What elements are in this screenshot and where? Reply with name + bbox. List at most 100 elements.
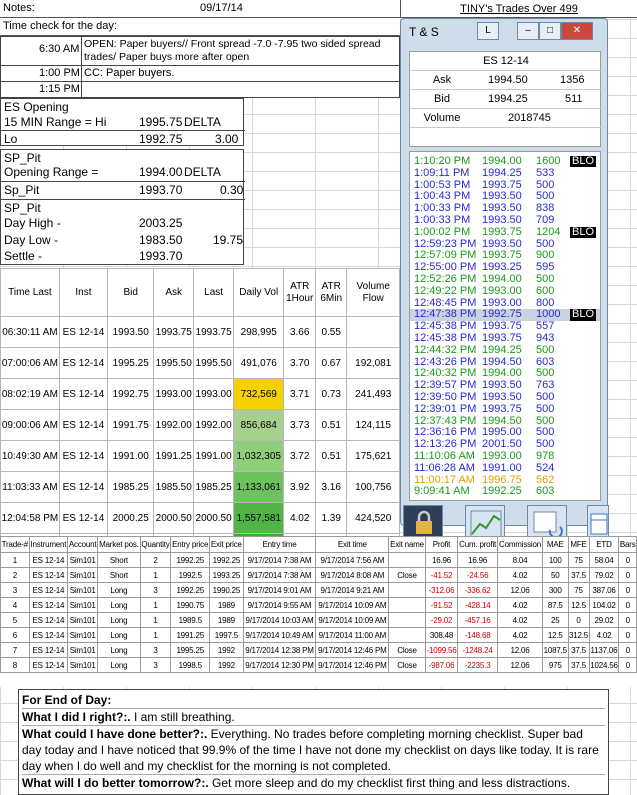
market-cell-time: 10:49:30 AM: [0, 440, 60, 472]
trade-col-header[interactable]: Market pos.: [97, 536, 141, 553]
end-of-day-notes[interactable]: For End of Day: What I did I right?:. I …: [18, 689, 609, 795]
market-row[interactable]: 08:02:19 AM ES 12-14 1992.75 1993.00 1993.00…: [0, 378, 400, 410]
ts-prints-list[interactable]: 1:10:20 PM 1994.00 1600 BLO 1:09:11 PM 1994.2…: [409, 151, 601, 501]
time-and-sales-window[interactable]: T & S L – □ ✕ ES 12-14 Ask 1994.50 1356 …: [400, 18, 609, 541]
ts-print-row: 1:00:02 PM 1993.75 1204 BLO: [410, 226, 600, 239]
ts-print-s: 1600: [536, 155, 561, 167]
trade-col-header[interactable]: Account: [67, 536, 99, 553]
ts-print-row: 12:44:32 PM 1994.25 500: [410, 343, 600, 356]
ts-print-p: 1993.75: [482, 332, 522, 344]
trade-cell: -2235.3: [457, 657, 498, 673]
trade-row[interactable]: 5 ES 12-14 Sim101 Long 1 1989.5 1989 9/17/2014 …: [0, 612, 637, 628]
trade-row[interactable]: 2 ES 12-14 Sim101 Short 1 1992.5 1993.25 9/17/2…: [0, 567, 637, 583]
trade-cell: 9/17/2014 7:38 AM: [242, 567, 317, 583]
trade-col-header[interactable]: Bars: [618, 536, 637, 553]
market-cell-atr1: 3.70: [283, 347, 316, 379]
trade-col-header[interactable]: Instrument: [28, 536, 69, 553]
trade-cell: 0: [618, 552, 637, 568]
maximize-button[interactable]: □: [539, 22, 561, 40]
notes-header-row: Notes: 09/17/14 TINY's Trades Over 499: [0, 0, 637, 18]
market-cell-last: 2000.50: [193, 502, 235, 534]
market-cell-time: 08:02:19 AM: [0, 378, 60, 410]
ts-print-t: 9:09:41 AM: [414, 485, 470, 498]
trade-cell: 3: [139, 582, 172, 598]
trade-col-header[interactable]: Trade-#: [0, 536, 30, 553]
col-header: Bid: [107, 268, 155, 317]
trade-col-header[interactable]: Exit name: [388, 536, 426, 553]
market-cell-time: 11:03:33 AM: [0, 471, 60, 503]
ts-print-p: 1993.75: [482, 320, 522, 333]
trade-row[interactable]: 4 ES 12-14 Sim101 Long 1 1990.75 1989 9/17/2014…: [0, 597, 637, 613]
ts-print-t: 1:00:53 PM: [414, 178, 471, 191]
eod-a3: Get more sleep and do my checklist first…: [208, 776, 571, 790]
time-check-row-3[interactable]: 1:15 PM: [0, 81, 400, 99]
ts-print-s: 763: [536, 379, 555, 392]
time-check-row-1[interactable]: 6:30 AM OPEN: Paper buyers// Front sprea…: [0, 36, 400, 67]
ts-print-t: 12:59:23 PM: [414, 237, 477, 250]
trade-cell: Sim101: [67, 642, 99, 658]
trade-row[interactable]: 1 ES 12-14 Sim101 Short 2 1992.25 1992.25 9/17/…: [0, 552, 637, 568]
trade-col-header[interactable]: Commission: [496, 536, 544, 553]
trade-cell: Long: [97, 627, 141, 643]
trade-cell: Long: [97, 582, 141, 598]
trade-cell: [388, 582, 426, 598]
trade-row[interactable]: 7 ES 12-14 Sim101 Long 3 1995.25 1992 9/17/2014…: [0, 642, 637, 658]
market-cell-flow: 100,756: [346, 471, 400, 503]
trade-row[interactable]: 8 ES 12-14 Sim101 Long 3 1998.5 1992 9/17/2014 …: [0, 657, 637, 673]
ts-print-t: 1:09:11 PM: [414, 166, 470, 179]
ts-print-s: 500: [536, 178, 555, 191]
minimize-button[interactable]: –: [517, 22, 539, 40]
eod-title: For End of Day:: [22, 693, 112, 707]
market-row[interactable]: 06:30:11 AM ES 12-14 1993.50 1993.75 1993.75…: [0, 316, 400, 348]
market-cell-last: 1993.75: [193, 316, 235, 348]
trade-col-header[interactable]: MAE: [542, 536, 569, 553]
trade-cell: 58.04: [588, 552, 620, 568]
trade-cell: 9/17/2014 10:09 AM: [315, 612, 390, 628]
market-row[interactable]: 10:49:30 AM ES 12-14 1991.00 1991.25 1991.00…: [0, 440, 400, 472]
ts-print-s: 500: [536, 237, 555, 250]
ts-print-p: 1993.25: [482, 261, 522, 274]
trade-cell: 9/17/2014 12:46 PM: [315, 657, 390, 673]
ts-print-s: 603: [536, 485, 555, 498]
trade-row[interactable]: 6 ES 12-14 Sim101 Long 1 1991.25 1997.5 9/17/20…: [0, 627, 637, 643]
market-cell-vol: 491,076: [233, 347, 285, 379]
market-row[interactable]: 11:03:33 AM ES 12-14 1985.25 1985.50 1985.25…: [0, 471, 400, 503]
trade-col-header[interactable]: Quantity: [139, 536, 172, 553]
trade-col-header[interactable]: Entry price: [170, 536, 211, 553]
date-cell[interactable]: 09/17/14: [200, 2, 243, 14]
trade-col-header[interactable]: Exit price: [209, 536, 244, 553]
trade-row[interactable]: 3 ES 12-14 Sim101 Long 3 1992.25 1990.25 9/17/2…: [0, 582, 637, 598]
trade-col-header[interactable]: ETD: [588, 536, 620, 553]
trade-col-header[interactable]: MFE: [567, 536, 590, 553]
market-row[interactable]: 09:00:06 AM ES 12-14 1991.75 1992.00 1992.00…: [0, 409, 400, 441]
trade-cell: ES 12-14: [28, 597, 69, 613]
market-row[interactable]: 12:04:58 PM ES 12-14 2000.25 2000.50 2000.50…: [0, 502, 400, 534]
trade-cell: 1137.06: [588, 642, 620, 658]
ts-print-s: 978: [536, 450, 555, 462]
time-check-row-2[interactable]: 1:00 PM CC: Paper buyers.: [0, 65, 400, 83]
market-cell-atr1: 3.71: [283, 378, 316, 410]
market-cell-flow: 241,493: [346, 378, 400, 410]
ts-print-row: 11:00:17 AM 1996.75 562: [410, 474, 600, 486]
sp-pit-label: Sp_Pit: [4, 183, 40, 197]
ts-instrument[interactable]: ES 12-14: [410, 52, 602, 71]
sp-pit-box: SP_Pit Opening Range = 1994.00 DELTA Sp_…: [0, 149, 245, 265]
eod-q3: What will I do better tomorrow?:.: [22, 776, 209, 790]
ts-print-s: 800: [536, 296, 555, 309]
trade-col-header[interactable]: Cum. profit: [457, 536, 498, 553]
ts-print-p: 1993.50: [482, 379, 522, 392]
trade-cell: 50: [542, 567, 569, 583]
trade-cell: 9/17/2014 10:03 AM: [242, 612, 317, 628]
close-button[interactable]: ✕: [561, 22, 593, 40]
trade-cell: Close: [388, 657, 426, 673]
link-button[interactable]: L: [477, 22, 499, 40]
ts-print-row: 12:45:38 PM 1993.75 943: [410, 332, 600, 344]
ts-print-p: 1994.25: [482, 343, 522, 356]
trade-cell: 9/17/2014 9:55 AM: [242, 597, 317, 613]
market-cell-flow: 124,115: [346, 409, 400, 441]
market-row[interactable]: 07:00:06 AM ES 12-14 1995.25 1995.50 1995.50…: [0, 347, 400, 379]
trade-col-header[interactable]: Entry time: [242, 536, 317, 553]
trade-col-header[interactable]: Profit: [424, 536, 459, 553]
ts-print-row: 12:39:01 PM 1993.75 500: [410, 403, 600, 415]
trade-col-header[interactable]: Exit time: [315, 536, 390, 553]
